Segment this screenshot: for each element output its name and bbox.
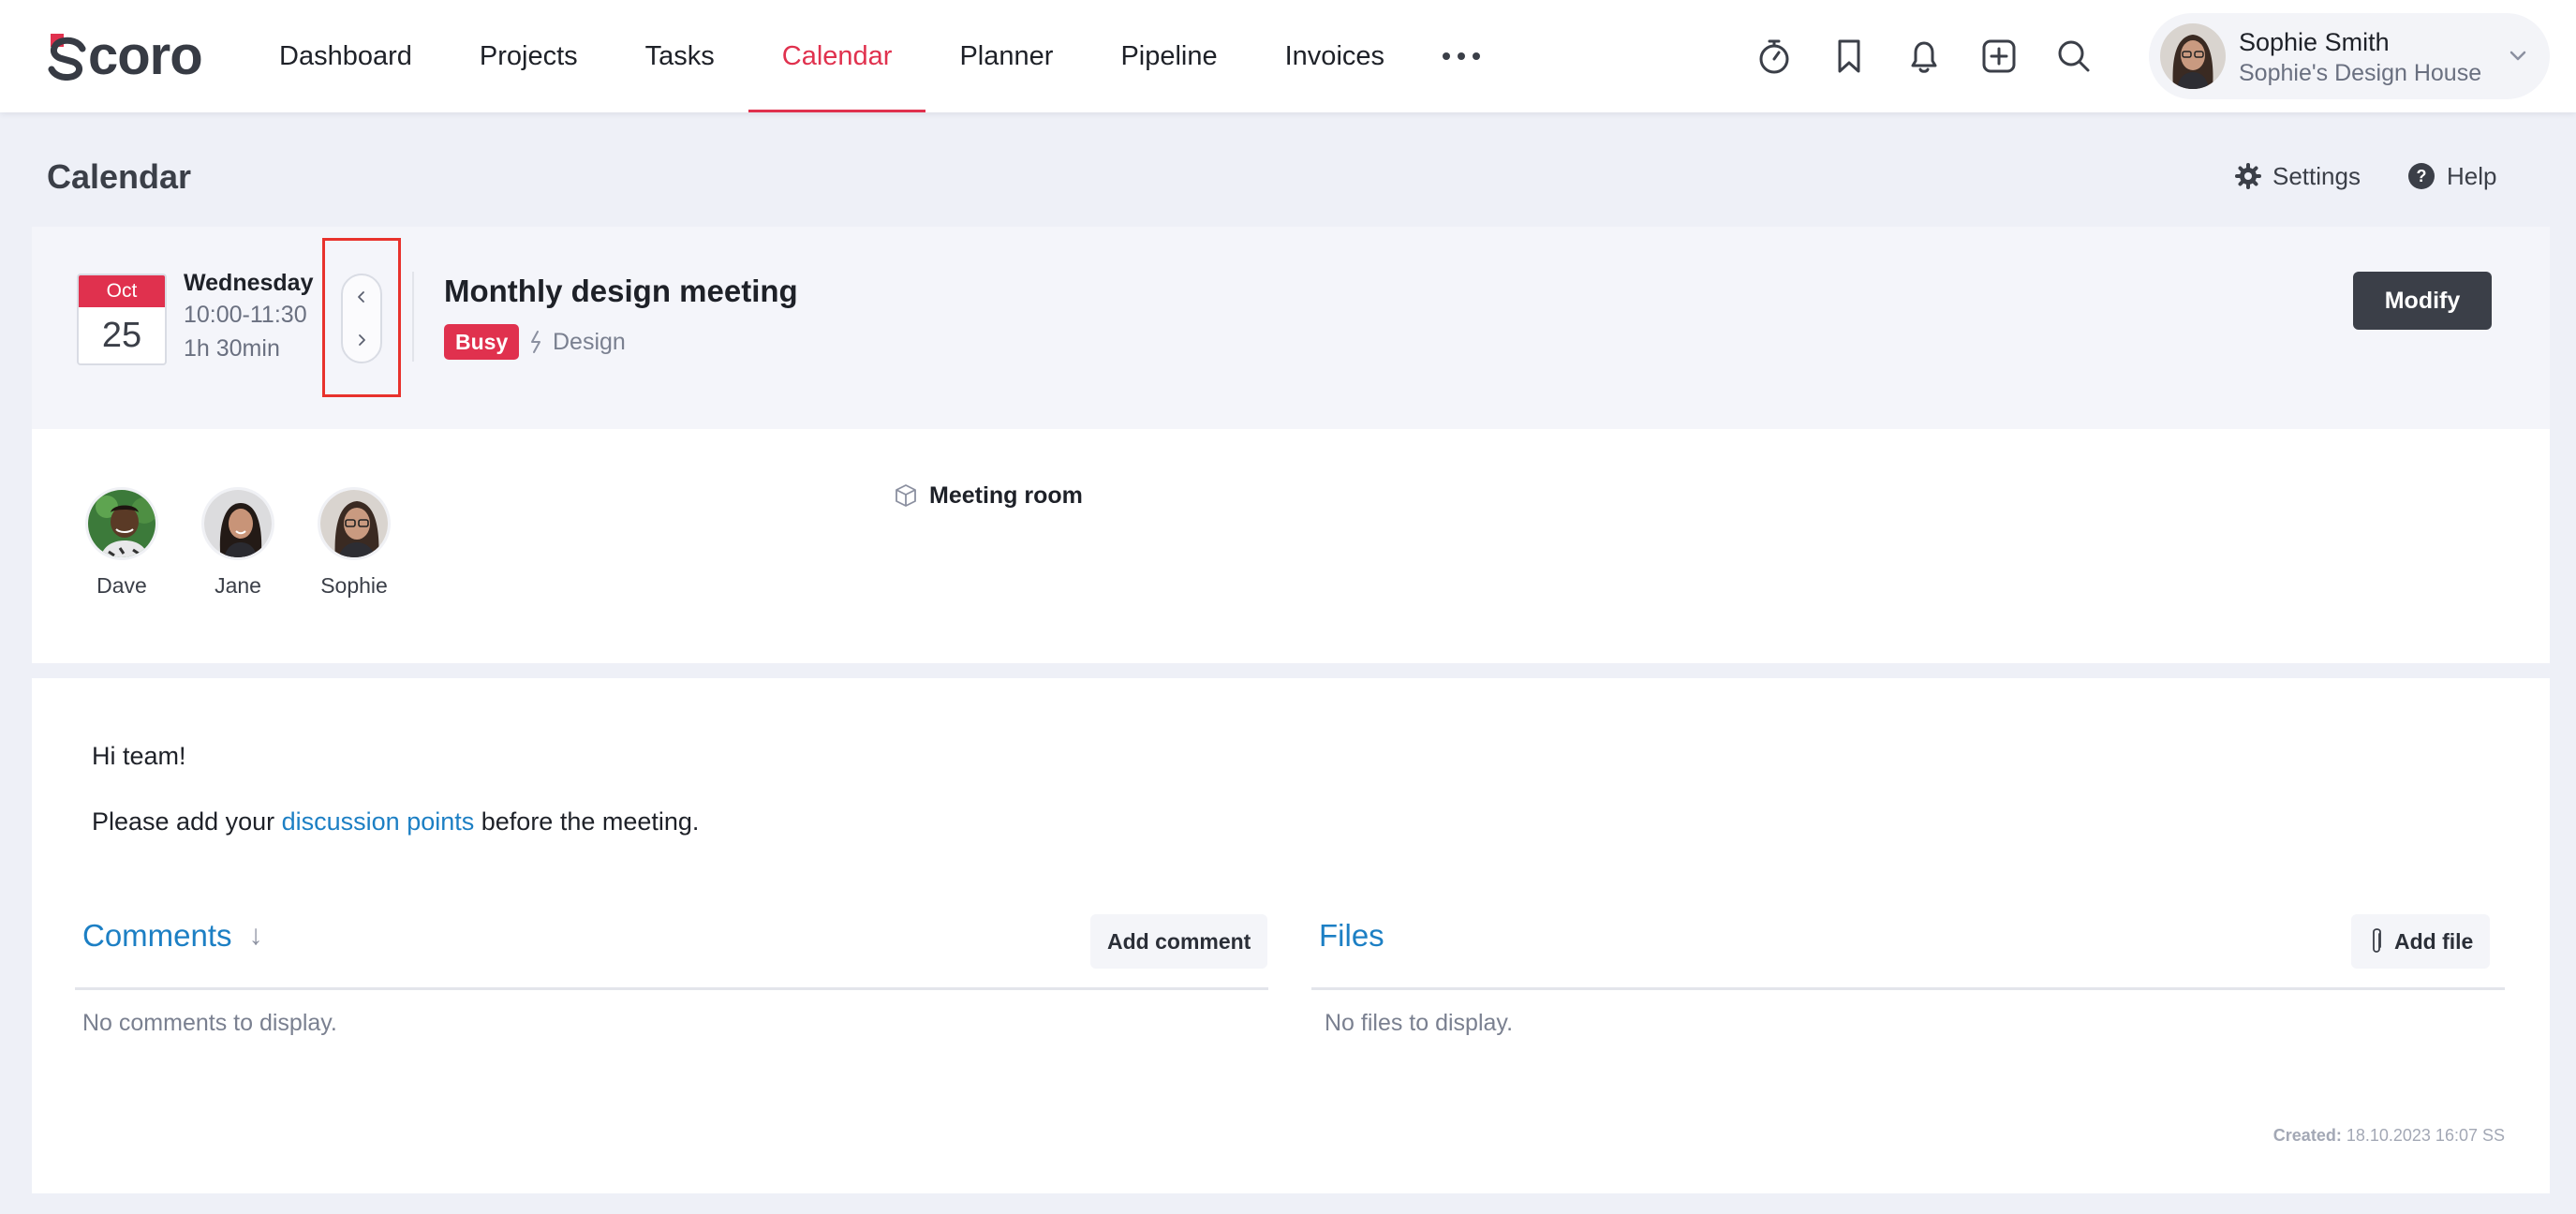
nav-pipeline[interactable]: Pipeline (1087, 0, 1251, 112)
svg-text:?: ? (2417, 167, 2427, 185)
event-category-label: Design (553, 328, 626, 355)
files-heading[interactable]: Files (1319, 918, 1384, 954)
participant-dave[interactable]: Dave (64, 487, 180, 599)
resource-label: Meeting room (929, 481, 1083, 509)
discussion-points-link[interactable]: discussion points (282, 807, 475, 836)
nav-dashboard[interactable]: Dashboard (245, 0, 446, 112)
date-month: Oct (79, 275, 165, 307)
help-link[interactable]: ? Help (2407, 159, 2496, 193)
add-file-label: Add file (2394, 928, 2474, 954)
nav-planner[interactable]: Planner (925, 0, 1087, 112)
status-badge: Busy (444, 324, 520, 360)
participant-sophie[interactable]: Sophie (296, 487, 412, 599)
description-text-before: Please add your (92, 807, 282, 836)
comments-heading[interactable]: Comments ↓ (82, 918, 263, 954)
event-title: Monthly design meeting (444, 274, 798, 308)
highlight-frame (322, 238, 401, 397)
resource-meeting-room[interactable]: Meeting room (894, 480, 1083, 511)
description-text: Please add your discussion points before… (92, 807, 699, 836)
settings-link[interactable]: Settings (2235, 159, 2361, 193)
chevron-down-icon (2509, 51, 2526, 61)
date-day: 25 (101, 316, 142, 355)
created-timestamp: Created: 18.10.2023 16:07 SS (2273, 1126, 2505, 1146)
event-duration: 1h 30min (184, 335, 280, 362)
cube-icon (896, 484, 916, 507)
search-icon[interactable] (2051, 34, 2096, 79)
nav-projects[interactable]: Projects (446, 0, 612, 112)
files-divider (1311, 987, 2505, 990)
description-card: Hi team! Please add your discussion poin… (32, 678, 2550, 1193)
scoro-logo[interactable]: coro (47, 25, 203, 86)
event-category: Design (528, 326, 626, 358)
gear-icon (2235, 163, 2261, 189)
page-title: Calendar (47, 157, 192, 196)
participant-name: Dave (96, 573, 147, 598)
participant-name: Jane (215, 573, 261, 598)
modify-button[interactable]: Modify (2353, 272, 2492, 330)
top-navigation-bar: coro Dashboard Projects Tasks Calendar P… (0, 0, 2576, 112)
user-menu[interactable]: Sophie Smith Sophie's Design House (2149, 13, 2550, 99)
bell-icon[interactable] (1902, 34, 1947, 79)
avatar (201, 487, 274, 560)
settings-label: Settings (2273, 161, 2361, 190)
add-file-button[interactable]: Add file (2351, 914, 2491, 969)
files-title: Files (1319, 918, 1384, 953)
lightning-icon (531, 331, 540, 353)
help-icon: ? (2408, 163, 2435, 189)
description-greeting: Hi team! (92, 742, 186, 770)
participants-card: Dave Jane Sophie Meeting room (32, 429, 2550, 663)
created-label: Created: (2273, 1126, 2342, 1145)
event-weekday: Wednesday (184, 270, 314, 296)
nav-invoices[interactable]: Invoices (1251, 0, 1418, 112)
divider (412, 272, 414, 362)
paperclip-icon (2373, 928, 2381, 953)
add-square-icon[interactable] (1976, 34, 2021, 79)
user-name: Sophie Smith (2239, 28, 2390, 56)
comments-empty-text: No comments to display. (82, 1010, 337, 1036)
logo-wordmark: coro (88, 25, 203, 86)
nav-calendar[interactable]: Calendar (748, 0, 926, 112)
sort-arrow-icon[interactable]: ↓ (249, 920, 263, 952)
add-comment-button[interactable]: Add comment (1090, 914, 1268, 969)
user-avatar (2160, 23, 2226, 89)
files-empty-text: No files to display. (1325, 1010, 1514, 1036)
avatar (318, 487, 391, 560)
bookmark-icon[interactable] (1827, 34, 1872, 79)
timer-icon[interactable] (1752, 34, 1797, 79)
event-header: Oct 25 Wednesday 10:00-11:30 1h 30min Mo… (32, 227, 2550, 429)
comments-divider (75, 987, 1268, 990)
date-badge: Oct 25 (77, 274, 167, 365)
created-value: 18.10.2023 16:07 SS (2346, 1126, 2505, 1145)
event-time: 10:00-11:30 (184, 302, 307, 328)
nav-tasks[interactable]: Tasks (612, 0, 748, 112)
user-company: Sophie's Design House (2239, 60, 2482, 86)
more-horizontal-icon[interactable] (1443, 43, 1480, 69)
participant-jane[interactable]: Jane (180, 487, 296, 599)
participant-name: Sophie (320, 573, 388, 598)
main-nav: Dashboard Projects Tasks Calendar Planne… (245, 0, 1418, 112)
scoro-logo-mark (48, 34, 86, 81)
comments-title: Comments (82, 918, 232, 953)
description-text-after: before the meeting. (474, 807, 700, 836)
help-label: Help (2447, 161, 2497, 190)
avatar (85, 487, 158, 560)
